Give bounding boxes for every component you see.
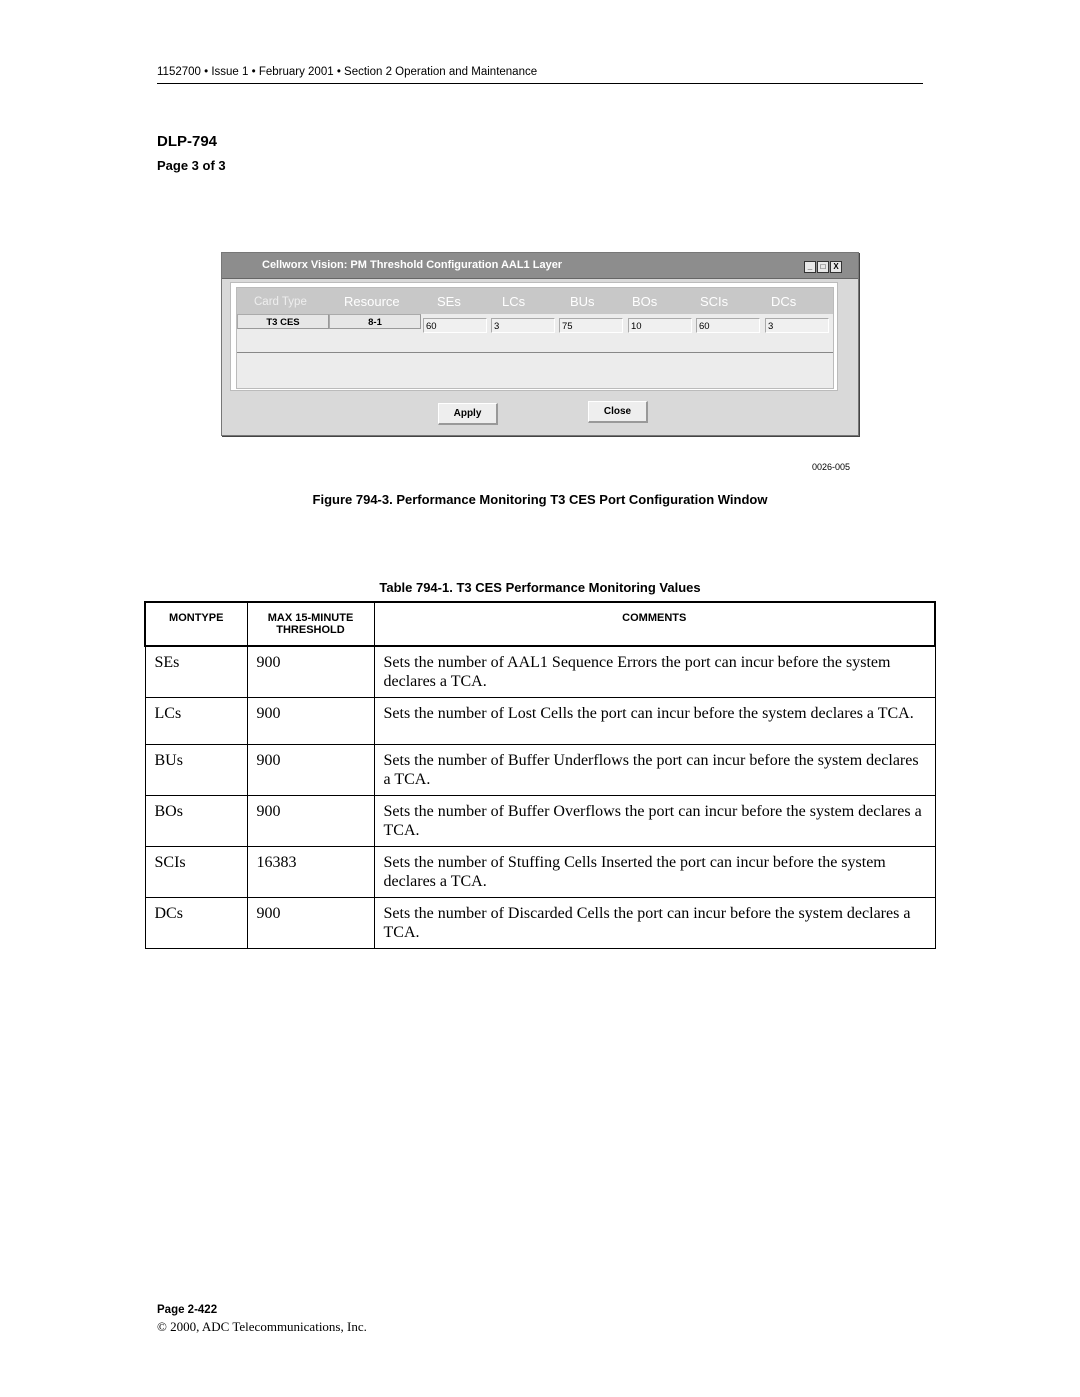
grid-divider [237,352,833,353]
comment-cell: Sets the number of Buffer Underflows the… [373,744,936,796]
threshold-panel: Card Type Resource SEs LCs BUs BOs SCIs … [230,282,838,391]
close-button[interactable]: Close [588,401,648,423]
col-card-type: Card Type [254,296,307,308]
table-row: BUs 900 Sets the number of Buffer Underflo… [144,744,936,796]
montype-cell: DCs [144,897,248,949]
montype-cell: BUs [144,744,248,796]
table-row: SEs 900 Sets the number of AAL1 Sequence E… [144,645,936,698]
threshold-cell: 900 [246,645,375,698]
pm-threshold-window: Cellworx Vision: PM Threshold Configurat… [221,252,859,436]
header-montype: MONTYPE [144,601,248,647]
comment-cell: Sets the number of Discarded Cells the p… [373,897,936,949]
col-dcs: DCs [771,294,797,309]
figure-caption: Figure 794-3. Performance Monitoring T3 … [312,492,768,507]
pm-values-table: MONTYPE MAX 15-MINUTE THRESHOLD COMMENTS … [144,601,936,949]
col-bos: BOs [632,294,658,309]
header-comments: COMMENTS [373,601,936,647]
window-titlebar[interactable]: Cellworx Vision: PM Threshold Configurat… [222,253,858,279]
resource-cell: 8-1 [329,314,421,329]
window-controls: _ □ X [804,261,842,273]
threshold-cell: 900 [246,897,375,949]
threshold-cell: 900 [246,795,375,847]
bus-input[interactable]: 75 [559,318,623,333]
table-row: SCIs 16383 Sets the number of Stuffing Cel… [144,846,936,898]
maximize-icon[interactable]: □ [817,261,829,273]
table-header-row: MONTYPE MAX 15-MINUTE THRESHOLD COMMENTS [144,601,936,647]
table-caption: Table 794-1. T3 CES Performance Monitori… [379,580,701,595]
header-threshold: MAX 15-MINUTE THRESHOLD [246,601,375,647]
lcs-input[interactable]: 3 [491,318,555,333]
bos-input[interactable]: 10 [628,318,692,333]
table-body: SEs 900 Sets the number of AAL1 Sequence E… [144,645,936,949]
figure-id: 0026-005 [812,462,851,472]
column-header-row: Card Type Resource SEs LCs BUs BOs SCIs … [237,288,833,314]
comment-cell: Sets the number of Buffer Overflows the … [373,795,936,847]
page-of: Page 3 of 3 [157,158,226,173]
threshold-grid: Card Type Resource SEs LCs BUs BOs SCIs … [236,287,834,389]
header-rule [157,83,923,84]
montype-cell: BOs [144,795,248,847]
apply-button[interactable]: Apply [438,403,498,425]
comment-cell: Sets the number of Stuffing Cells Insert… [373,846,936,898]
table-row: LCs 900 Sets the number of Lost Cells the … [144,697,936,745]
col-ses: SEs [437,294,461,309]
close-icon[interactable]: X [830,261,842,273]
comment-cell: Sets the number of AAL1 Sequence Errors … [373,645,936,698]
dcs-input[interactable]: 3 [765,318,829,333]
dlp-title: DLP-794 [157,133,218,150]
header-threshold-line2: THRESHOLD [276,624,345,636]
col-scis: SCIs [700,294,729,309]
col-resource: Resource [344,294,400,309]
montype-cell: LCs [144,697,248,745]
footer-copyright: © 2000, ADC Telecommunications, Inc. [157,1319,367,1334]
montype-cell: SCIs [144,846,248,898]
card-type-cell: T3 CES [237,314,329,329]
scis-input[interactable]: 60 [696,318,760,333]
table-row: BOs 900 Sets the number of Buffer Overflow… [144,795,936,847]
minimize-icon[interactable]: _ [804,261,816,273]
table-row: DCs 900 Sets the number of Discarded Cells… [144,897,936,949]
threshold-cell: 900 [246,744,375,796]
col-bus: BUs [570,294,595,309]
comment-cell: Sets the number of Lost Cells the port c… [373,697,936,745]
header-threshold-line1: MAX 15-MINUTE [267,612,354,624]
col-lcs: LCs [502,294,526,309]
montype-cell: SEs [144,645,248,698]
ses-input[interactable]: 60 [423,318,487,333]
threshold-cell: 16383 [246,846,375,898]
footer-page-number: Page 2-422 [157,1304,218,1316]
window-title: Cellworx Vision: PM Threshold Configurat… [262,259,563,271]
running-head: 1152700 • Issue 1 • February 2001 • Sect… [157,66,538,78]
threshold-cell: 900 [246,697,375,745]
